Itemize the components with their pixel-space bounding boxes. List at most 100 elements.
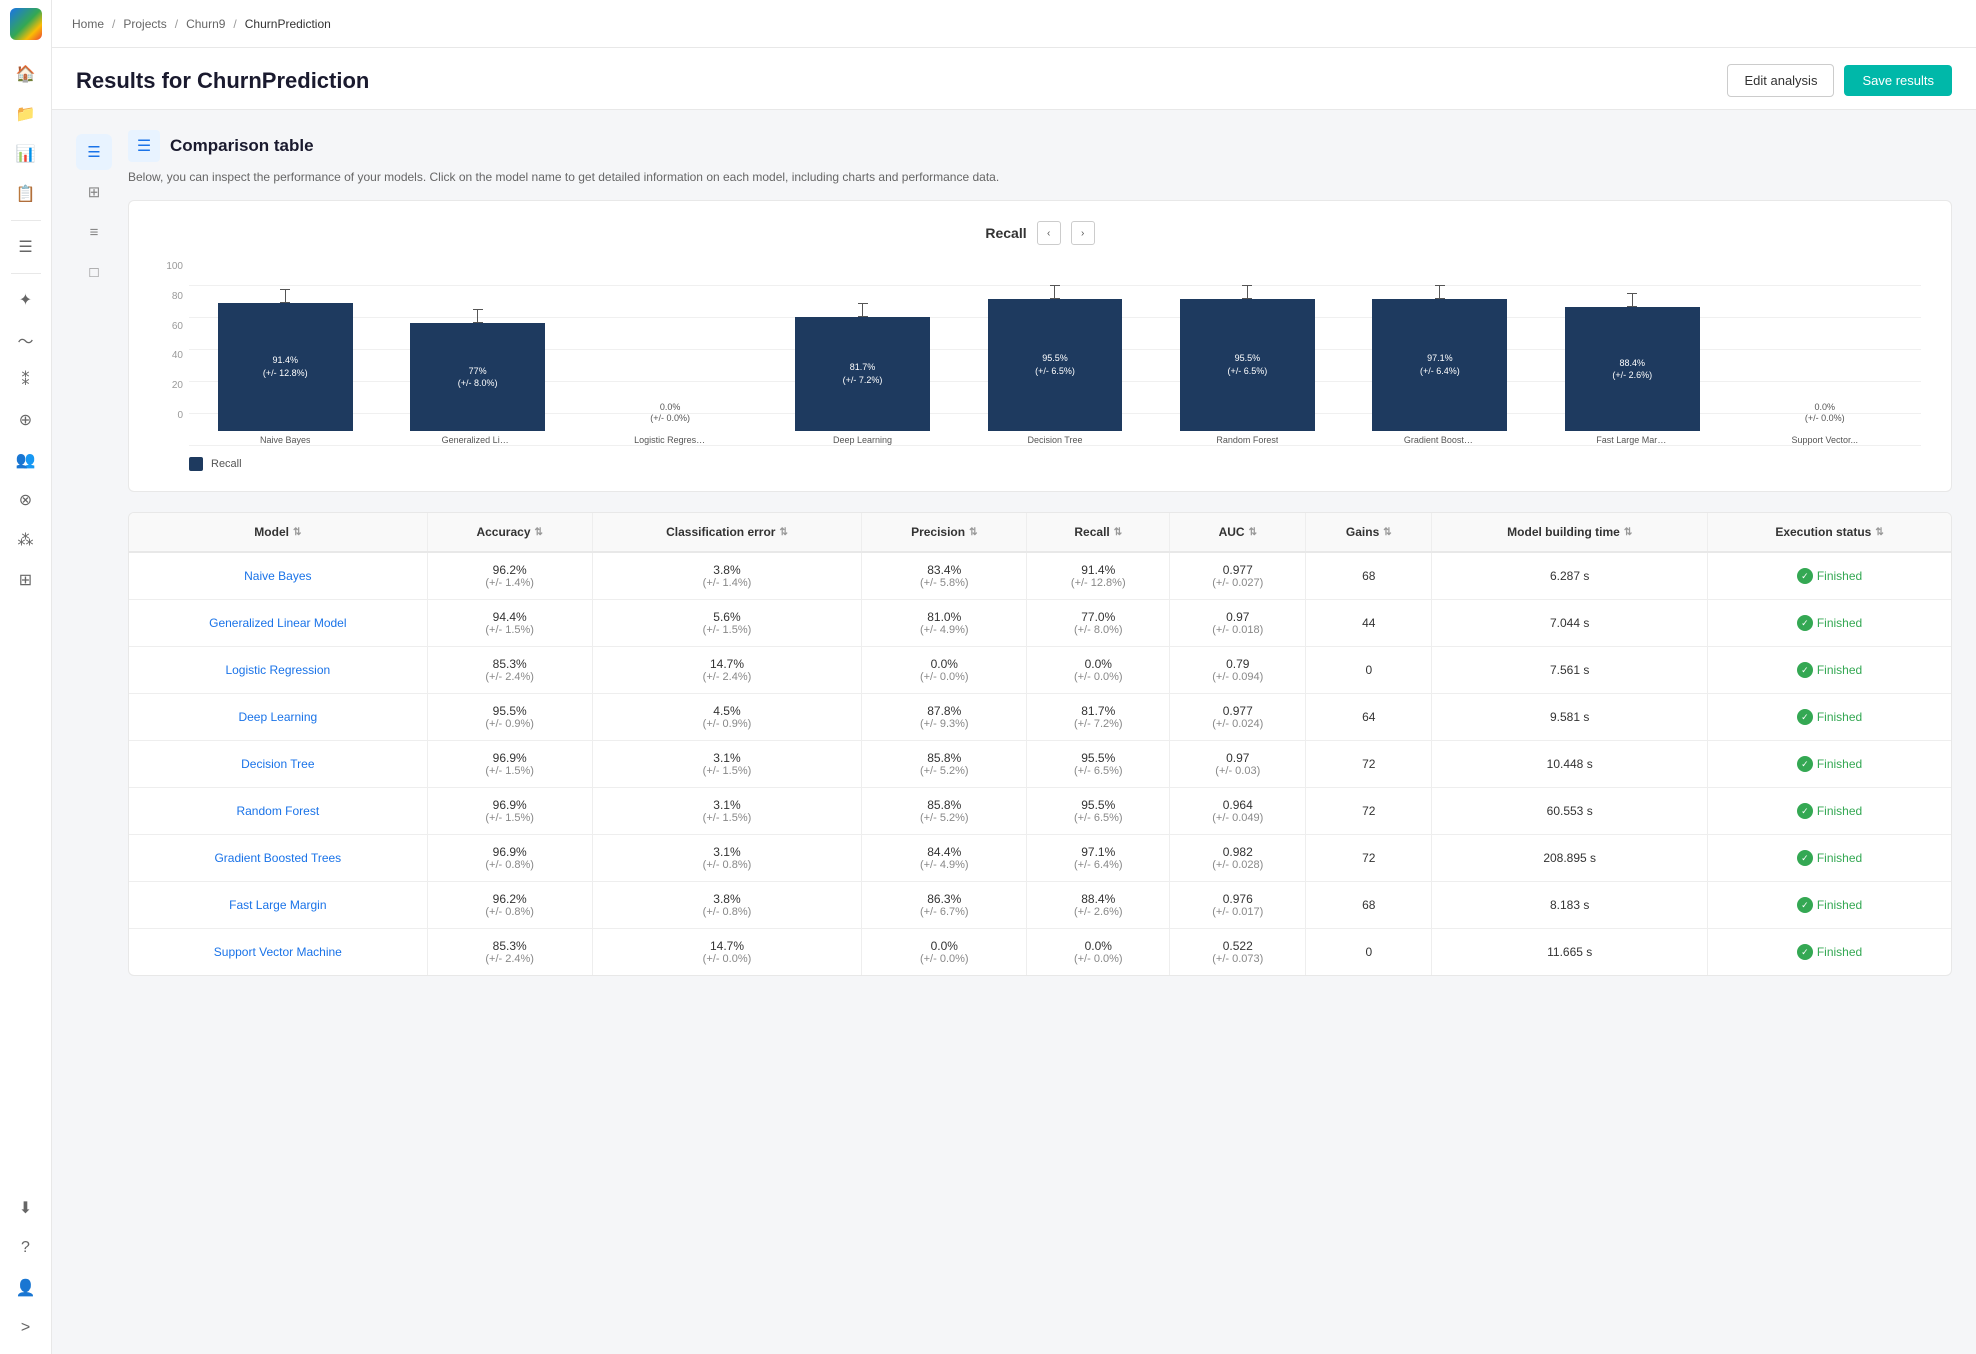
cell-precision-2: 0.0%(+/- 0.0%) [862, 647, 1027, 694]
left-nav-table[interactable]: ☰ [76, 134, 112, 170]
col-header-precision[interactable]: Precision ⇅ [862, 513, 1027, 552]
cell-build-time-3: 9.581 s [1432, 694, 1708, 741]
cell-recall-0: 91.4%(+/- 12.8%) [1027, 552, 1170, 600]
left-nav-icon-2[interactable]: ⊞ [76, 174, 112, 210]
model-link-5[interactable]: Random Forest [236, 804, 319, 818]
col-header-build-time[interactable]: Model building time ⇅ [1432, 513, 1708, 552]
bar-0[interactable]: 91.4%(+/- 12.8%) [218, 303, 353, 431]
table-row: Generalized Linear Model 94.4%(+/- 1.5%)… [129, 600, 1951, 647]
cell-class-error-2: 14.7%(+/- 2.4%) [592, 647, 862, 694]
chart-title-row: Recall ‹ › [149, 221, 1931, 245]
model-link-6[interactable]: Gradient Boosted Trees [214, 851, 341, 865]
cell-accuracy-0: 96.2%(+/- 1.4%) [427, 552, 592, 600]
cell-recall-2: 0.0%(+/- 0.0%) [1027, 647, 1170, 694]
sidebar-item-more[interactable]: > [8, 1310, 44, 1346]
col-header-class-error[interactable]: Classification error ⇅ [592, 513, 862, 552]
breadcrumb-churn9[interactable]: Churn9 [186, 17, 225, 31]
cell-auc-7: 0.976(+/- 0.017) [1170, 882, 1306, 929]
cell-class-error-8: 14.7%(+/- 0.0%) [592, 929, 862, 976]
model-link-3[interactable]: Deep Learning [238, 710, 317, 724]
bar-4[interactable]: 95.5%(+/- 6.5%) [988, 299, 1123, 431]
sidebar-divider-1 [11, 220, 41, 221]
section-description: Below, you can inspect the performance o… [128, 170, 1952, 184]
sidebar-item-persons[interactable]: 👥 [8, 442, 44, 478]
bar-group-6: 97.1%(+/- 6.4%)Gradient Boosted... [1344, 285, 1536, 445]
cell-status-4: ✓ Finished [1708, 741, 1951, 788]
cell-precision-7: 86.3%(+/- 6.7%) [862, 882, 1027, 929]
col-header-auc[interactable]: AUC ⇅ [1170, 513, 1306, 552]
cell-model-4: Decision Tree [129, 741, 427, 788]
cell-model-7: Fast Large Margin [129, 882, 427, 929]
sidebar-item-help[interactable]: ? [8, 1230, 44, 1266]
sidebar-item-connect[interactable]: ⊞ [8, 562, 44, 598]
bar-group-3: 81.7%(+/- 7.2%)Deep Learning [766, 285, 958, 445]
sidebar-item-scatter[interactable]: ⁂ [8, 522, 44, 558]
bar-7[interactable]: 88.4%(+/- 2.6%) [1565, 307, 1700, 431]
cell-accuracy-6: 96.9%(+/- 0.8%) [427, 835, 592, 882]
sidebar-item-charts[interactable]: 📊 [8, 136, 44, 172]
model-link-4[interactable]: Decision Tree [241, 757, 314, 771]
cell-build-time-8: 11.665 s [1432, 929, 1708, 976]
model-link-1[interactable]: Generalized Linear Model [209, 616, 346, 630]
left-nav: ☰ ⊞ ≡ □ [76, 130, 128, 976]
col-header-accuracy[interactable]: Accuracy ⇅ [427, 513, 592, 552]
table-header-row: Model ⇅ Accuracy ⇅ Classification error … [129, 513, 1951, 552]
bar-3[interactable]: 81.7%(+/- 7.2%) [795, 317, 930, 431]
cell-auc-1: 0.97(+/- 0.018) [1170, 600, 1306, 647]
cell-class-error-1: 5.6%(+/- 1.5%) [592, 600, 862, 647]
sidebar-item-network[interactable]: ✦ [8, 282, 44, 318]
cell-build-time-6: 208.895 s [1432, 835, 1708, 882]
sidebar-item-link[interactable]: ⊗ [8, 482, 44, 518]
status-badge-6: ✓ Finished [1797, 850, 1862, 866]
save-results-button[interactable]: Save results [1844, 65, 1952, 96]
left-nav-icon-4[interactable]: □ [76, 254, 112, 290]
cell-auc-6: 0.982(+/- 0.028) [1170, 835, 1306, 882]
sidebar-item-wave[interactable]: 〜 [8, 322, 44, 358]
cell-model-3: Deep Learning [129, 694, 427, 741]
model-link-2[interactable]: Logistic Regression [225, 663, 330, 677]
sidebar-item-user[interactable]: 👤 [8, 1270, 44, 1306]
table-row: Deep Learning 95.5%(+/- 0.9%) 4.5%(+/- 0… [129, 694, 1951, 741]
bar-5[interactable]: 95.5%(+/- 6.5%) [1180, 299, 1315, 431]
sidebar-item-filter[interactable]: ☰ [8, 229, 44, 265]
status-badge-2: ✓ Finished [1797, 662, 1862, 678]
sidebar-item-home[interactable]: 🏠 [8, 56, 44, 92]
cell-accuracy-8: 85.3%(+/- 2.4%) [427, 929, 592, 976]
cell-model-5: Random Forest [129, 788, 427, 835]
page-title: Results for ChurnPrediction [76, 68, 369, 94]
cell-build-time-2: 7.561 s [1432, 647, 1708, 694]
bar-6[interactable]: 97.1%(+/- 6.4%) [1372, 299, 1507, 432]
breadcrumb-home[interactable]: Home [72, 17, 104, 31]
sidebar-divider-2 [11, 273, 41, 274]
status-badge-0: ✓ Finished [1797, 568, 1862, 584]
col-header-recall[interactable]: Recall ⇅ [1027, 513, 1170, 552]
breadcrumb-projects[interactable]: Projects [123, 17, 166, 31]
sidebar-item-tree[interactable]: ⊕ [8, 402, 44, 438]
bar-1[interactable]: 77%(+/- 8.0%) [410, 323, 545, 431]
cell-status-1: ✓ Finished [1708, 600, 1951, 647]
col-header-gains[interactable]: Gains ⇅ [1306, 513, 1432, 552]
cell-model-6: Gradient Boosted Trees [129, 835, 427, 882]
left-nav-icon-3[interactable]: ≡ [76, 214, 112, 250]
cell-status-6: ✓ Finished [1708, 835, 1951, 882]
cell-precision-5: 85.8%(+/- 5.2%) [862, 788, 1027, 835]
model-link-8[interactable]: Support Vector Machine [214, 945, 342, 959]
col-header-model[interactable]: Model ⇅ [129, 513, 427, 552]
chart-next-button[interactable]: › [1071, 221, 1095, 245]
sidebar-item-projects[interactable]: 📁 [8, 96, 44, 132]
app-logo [10, 8, 42, 40]
model-link-0[interactable]: Naive Bayes [244, 569, 311, 583]
cell-recall-7: 88.4%(+/- 2.6%) [1027, 882, 1170, 929]
cell-build-time-7: 8.183 s [1432, 882, 1708, 929]
col-header-status[interactable]: Execution status ⇅ [1708, 513, 1951, 552]
cell-precision-8: 0.0%(+/- 0.0%) [862, 929, 1027, 976]
sidebar-item-cluster[interactable]: ⁑ [8, 362, 44, 398]
results-table: Model ⇅ Accuracy ⇅ Classification error … [129, 513, 1951, 975]
chart-prev-button[interactable]: ‹ [1037, 221, 1061, 245]
cell-status-7: ✓ Finished [1708, 882, 1951, 929]
edit-analysis-button[interactable]: Edit analysis [1727, 64, 1834, 97]
model-link-7[interactable]: Fast Large Margin [229, 898, 326, 912]
sidebar-item-table[interactable]: 📋 [8, 176, 44, 212]
cell-gains-0: 68 [1306, 552, 1432, 600]
sidebar-item-download[interactable]: ⬇ [8, 1190, 44, 1226]
